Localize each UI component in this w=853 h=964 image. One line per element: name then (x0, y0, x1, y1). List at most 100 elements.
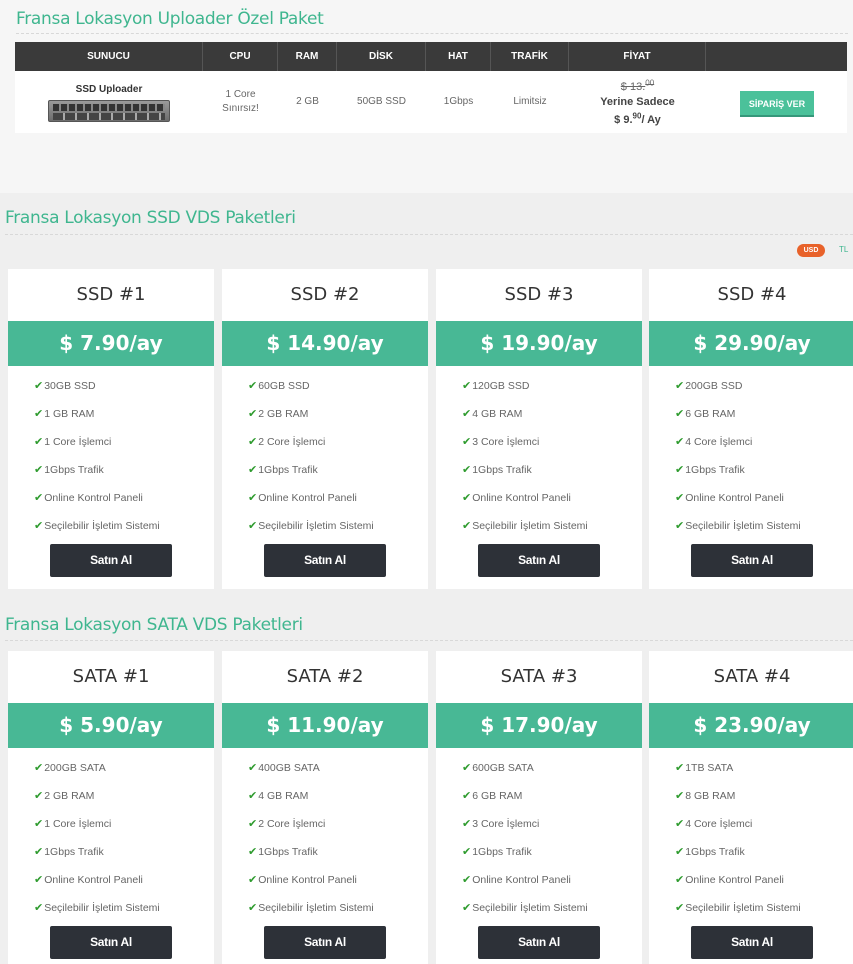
plan-feature-text: 3 Core İşlemci (472, 818, 540, 830)
plan-feature: ✔Seçilebilir İşletim Sistemi (675, 519, 801, 533)
check-icon: ✔ (462, 380, 472, 392)
check-icon: ✔ (462, 408, 472, 420)
plan-feature-text: 2 GB RAM (258, 408, 309, 420)
header-cpu: CPU (203, 42, 278, 71)
plan-feature: ✔1Gbps Trafik (675, 845, 745, 859)
plan-feature: ✔1Gbps Trafik (34, 463, 104, 477)
plan-feature: ✔Seçilebilir İşletim Sistemi (462, 519, 588, 533)
plan-feature: ✔Seçilebilir İşletim Sistemi (675, 901, 801, 915)
plan-price: $ 29.90/ay (649, 321, 853, 366)
check-icon: ✔ (675, 762, 685, 774)
header-trafik: TRAFİK (491, 42, 569, 71)
plan-feature: ✔60GB SSD (248, 379, 310, 393)
plan-feature: ✔1Gbps Trafik (248, 463, 318, 477)
plan-feature: ✔Online Kontrol Paneli (34, 873, 143, 887)
server-rack-image (48, 99, 170, 122)
plan-feature-text: 2 Core İşlemci (258, 436, 326, 448)
check-icon: ✔ (34, 380, 44, 392)
plan-feature-text: 1Gbps Trafik (258, 846, 318, 858)
plan-name: SATA #1 (72, 666, 150, 687)
plan-name: SATA #2 (286, 666, 364, 687)
buy-button[interactable]: Satın Al (478, 926, 600, 959)
plan-feature: ✔3 Core İşlemci (462, 435, 539, 449)
plan-price: $ 5.90/ay (8, 703, 214, 748)
plan-feature: ✔1Gbps Trafik (675, 463, 745, 477)
plan-feature: ✔1Gbps Trafik (462, 845, 532, 859)
buy-button[interactable]: Satın Al (691, 544, 813, 577)
currency-tl-toggle[interactable]: TL (839, 245, 848, 254)
plan-feature-text: Online Kontrol Paneli (44, 492, 143, 504)
plan-feature: ✔Online Kontrol Paneli (462, 491, 571, 505)
check-icon: ✔ (34, 492, 44, 504)
check-icon: ✔ (462, 436, 472, 448)
order-button[interactable]: SİPARİŞ VER (740, 91, 814, 117)
cpu-cores: 1 Core (225, 89, 256, 100)
ssd-plan-card: SSD #1 $ 7.90/ay ✔30GB SSD ✔1 GB RAM ✔1 Core… (8, 269, 214, 589)
ssd-plan-card: SSD #3 $ 19.90/ay ✔120GB SSD ✔4 GB RAM ✔3 Co… (436, 269, 642, 589)
plan-feature-text: Seçilebilir İşletim Sistemi (44, 520, 160, 532)
check-icon: ✔ (248, 380, 258, 392)
buy-button[interactable]: Satın Al (50, 544, 172, 577)
cpu-limit: Sınırsız! (222, 103, 259, 114)
plan-feature-text: 60GB SSD (258, 380, 310, 392)
plan-feature: ✔Online Kontrol Paneli (675, 873, 784, 887)
plan-feature-text: 1 Core İşlemci (44, 818, 112, 830)
check-icon: ✔ (462, 846, 472, 858)
check-icon: ✔ (248, 408, 258, 420)
plan-feature-text: Online Kontrol Paneli (685, 874, 784, 886)
plan-feature-text: 200GB SSD (685, 380, 743, 392)
check-icon: ✔ (34, 762, 44, 774)
plan-feature-text: Seçilebilir İşletim Sistemi (258, 520, 374, 532)
buy-button[interactable]: Satın Al (50, 926, 172, 959)
plan-feature-text: Online Kontrol Paneli (685, 492, 784, 504)
plan-feature: ✔6 GB RAM (675, 407, 735, 421)
plan-feature: ✔Seçilebilir İşletim Sistemi (248, 901, 374, 915)
disk-cell: 50GB SSD (357, 96, 406, 107)
plan-price: $ 11.90/ay (222, 703, 428, 748)
buy-button[interactable]: Satın Al (691, 926, 813, 959)
check-icon: ✔ (675, 874, 685, 886)
plan-name: SSD #1 (76, 284, 146, 305)
plan-name: SSD #4 (717, 284, 787, 305)
header-disk: DİSK (337, 42, 426, 71)
uploader-section-title: Fransa Lokasyon Uploader Özel Paket (16, 9, 324, 29)
plan-feature: ✔4 GB RAM (462, 407, 522, 421)
buy-button[interactable]: Satın Al (478, 544, 600, 577)
sata-plan-card: SATA #1 $ 5.90/ay ✔200GB SATA ✔2 GB RAM ✔1 C… (8, 651, 214, 964)
plan-feature: ✔1Gbps Trafik (34, 845, 104, 859)
plan-feature-text: 600GB SATA (472, 762, 534, 774)
check-icon: ✔ (248, 492, 258, 504)
ssd-section-title: Fransa Lokasyon SSD VDS Paketleri (5, 208, 296, 228)
plan-feature-text: 4 Core İşlemci (685, 436, 753, 448)
plan-feature: ✔3 Core İşlemci (462, 817, 539, 831)
check-icon: ✔ (675, 464, 685, 476)
buy-button[interactable]: Satın Al (264, 544, 386, 577)
plan-feature: ✔200GB SATA (34, 761, 106, 775)
check-icon: ✔ (462, 818, 472, 830)
check-icon: ✔ (34, 818, 44, 830)
plan-feature-text: 1Gbps Trafik (44, 464, 104, 476)
plan-feature: ✔6 GB RAM (462, 789, 522, 803)
old-price: $ 13.00 (620, 78, 655, 93)
check-icon: ✔ (248, 790, 258, 802)
plan-feature-text: Online Kontrol Paneli (258, 492, 357, 504)
check-icon: ✔ (34, 520, 44, 532)
price-cell: $ 13.00 Yerine Sadece $ 9.90/ Ay (569, 71, 706, 133)
check-icon: ✔ (34, 902, 44, 914)
plan-feature: ✔1 Core İşlemci (34, 435, 111, 449)
check-icon: ✔ (248, 846, 258, 858)
check-icon: ✔ (462, 874, 472, 886)
check-icon: ✔ (248, 818, 258, 830)
sata-title-divider (5, 640, 853, 641)
buy-button[interactable]: Satın Al (264, 926, 386, 959)
currency-usd-toggle[interactable]: USD (797, 244, 825, 257)
plan-feature: ✔Seçilebilir İşletim Sistemi (34, 519, 160, 533)
plan-feature: ✔Online Kontrol Paneli (34, 491, 143, 505)
plan-feature: ✔400GB SATA (248, 761, 320, 775)
check-icon: ✔ (34, 874, 44, 886)
plan-name: SSD #3 (504, 284, 574, 305)
sata-plan-card: SATA #3 $ 17.90/ay ✔600GB SATA ✔6 GB RAM ✔3 … (436, 651, 642, 964)
check-icon: ✔ (675, 492, 685, 504)
plan-feature-text: 120GB SSD (472, 380, 530, 392)
plan-feature-text: Seçilebilir İşletim Sistemi (472, 902, 588, 914)
